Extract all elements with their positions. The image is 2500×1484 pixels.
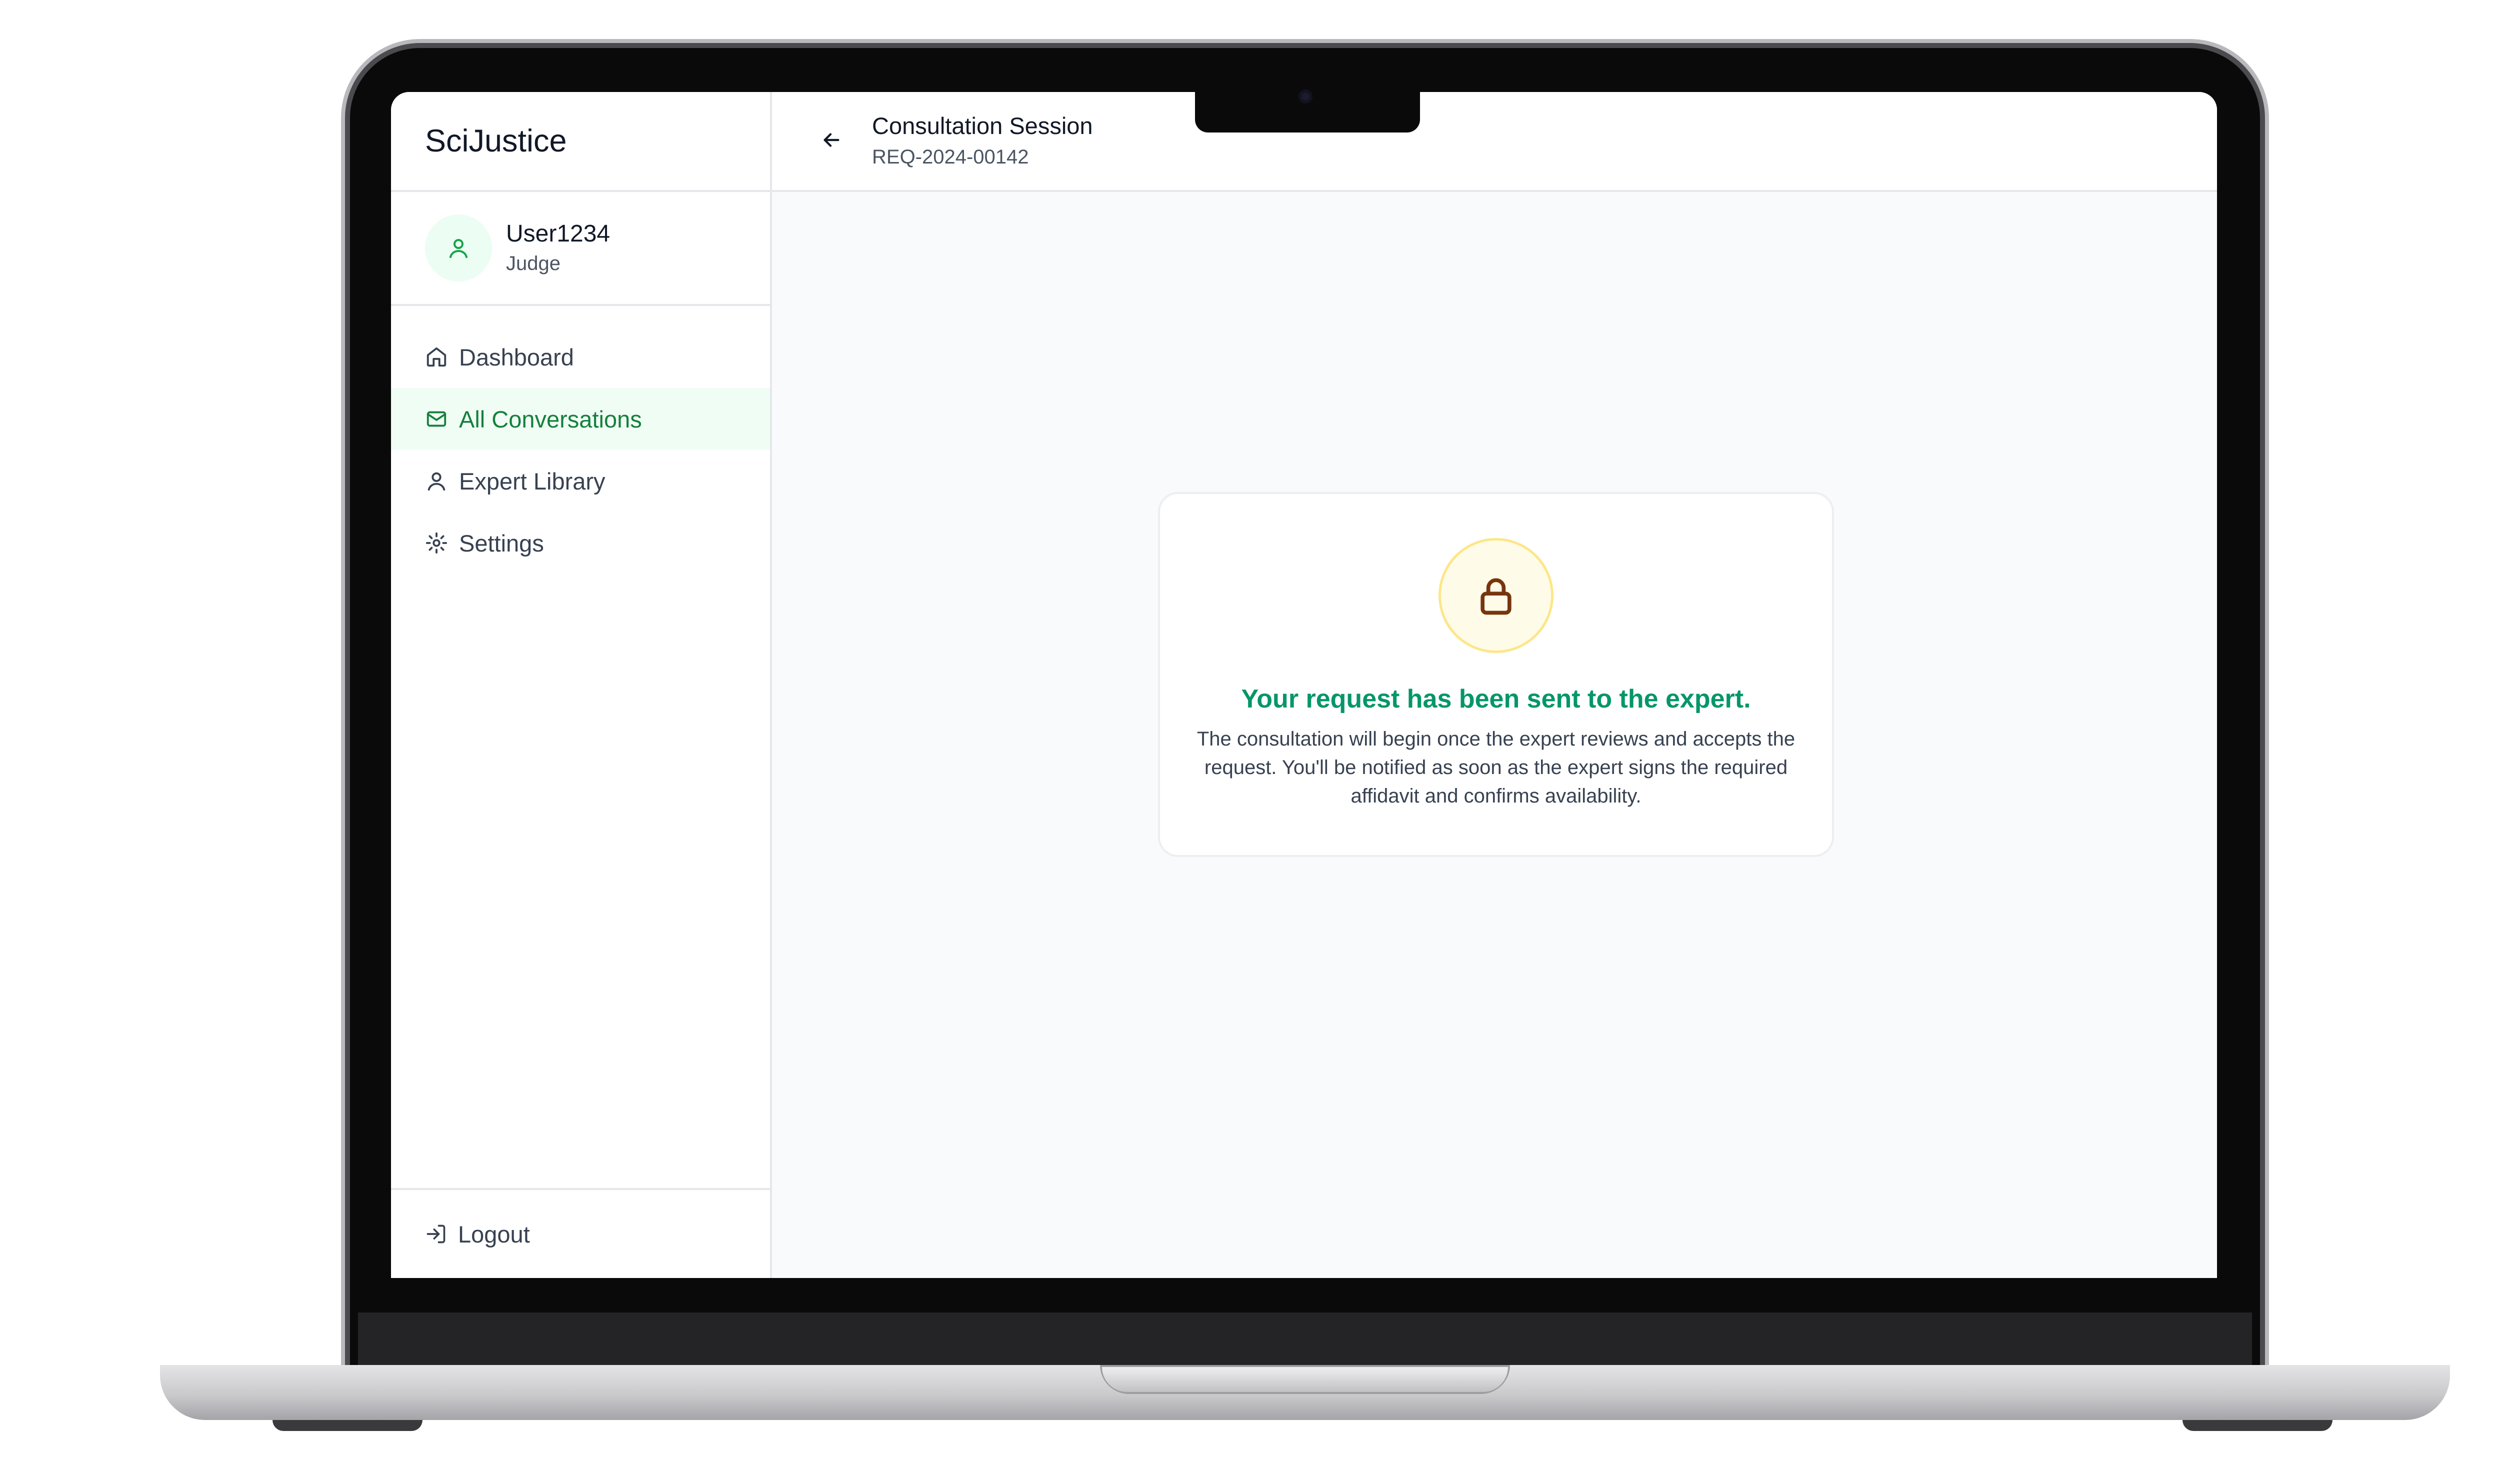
sidebar-item-settings[interactable]: Settings — [391, 512, 770, 574]
gear-icon — [426, 532, 448, 554]
session-content: Your request has been sent to the expert… — [772, 192, 2217, 1278]
sidebar-item-label: Dashboard — [459, 344, 574, 370]
request-id: REQ-2024-00142 — [872, 146, 1029, 168]
pending-request-card: Your request has been sent to the expert… — [1158, 492, 1834, 857]
sidebar-item-all-conversations[interactable]: All Conversations — [391, 388, 770, 450]
user-icon — [450, 239, 468, 258]
laptop-foot-right — [2182, 1420, 2332, 1431]
sidebar-item-label: All Conversations — [459, 406, 642, 432]
logout-label: Logout — [458, 1220, 530, 1248]
lock-badge — [1438, 538, 1554, 653]
sidebar-nav: Dashboard All Conversations Expert Libra… — [391, 306, 770, 1188]
lock-icon — [1480, 578, 1512, 615]
user-info: User1234 Judge — [506, 218, 610, 278]
sidebar-item-label: Settings — [459, 530, 544, 556]
user-profile: User1234 Judge — [391, 192, 770, 306]
status-title: Your request has been sent to the expert… — [1241, 684, 1751, 714]
session-header: Consultation Session REQ-2024-00142 — [772, 92, 2217, 192]
home-icon — [426, 347, 446, 367]
laptop-bezel — [358, 1312, 2252, 1368]
logout-icon — [426, 1224, 446, 1244]
sidebar: SciJustice User1234 Judge Dashboard All … — [391, 92, 772, 1278]
main-panel: Consultation Session REQ-2024-00142 Your… — [772, 92, 2217, 1278]
sidebar-item-label: Expert Library — [459, 468, 606, 494]
camera-icon — [1298, 90, 1312, 104]
session-heading: Consultation Session REQ-2024-00142 — [872, 110, 1093, 172]
app-screen: SciJustice User1234 Judge Dashboard All … — [391, 92, 2217, 1278]
app-logo[interactable]: SciJustice — [391, 92, 770, 192]
user-role: Judge — [506, 252, 560, 275]
back-button[interactable] — [820, 128, 843, 154]
user-icon — [428, 472, 446, 491]
laptop-foot-left — [272, 1420, 422, 1431]
laptop-trackpad-notch — [1100, 1365, 1510, 1394]
user-name: User1234 — [506, 220, 610, 247]
mail-icon — [426, 411, 446, 427]
logout-button[interactable]: Logout — [391, 1188, 770, 1278]
sidebar-item-expert-library[interactable]: Expert Library — [391, 450, 770, 512]
status-message: The consultation will begin once the exp… — [1196, 728, 1796, 807]
page-title: Consultation Session — [872, 112, 1093, 140]
avatar — [425, 214, 492, 282]
arrow-left-icon — [824, 132, 840, 147]
sidebar-item-dashboard[interactable]: Dashboard — [391, 326, 770, 388]
